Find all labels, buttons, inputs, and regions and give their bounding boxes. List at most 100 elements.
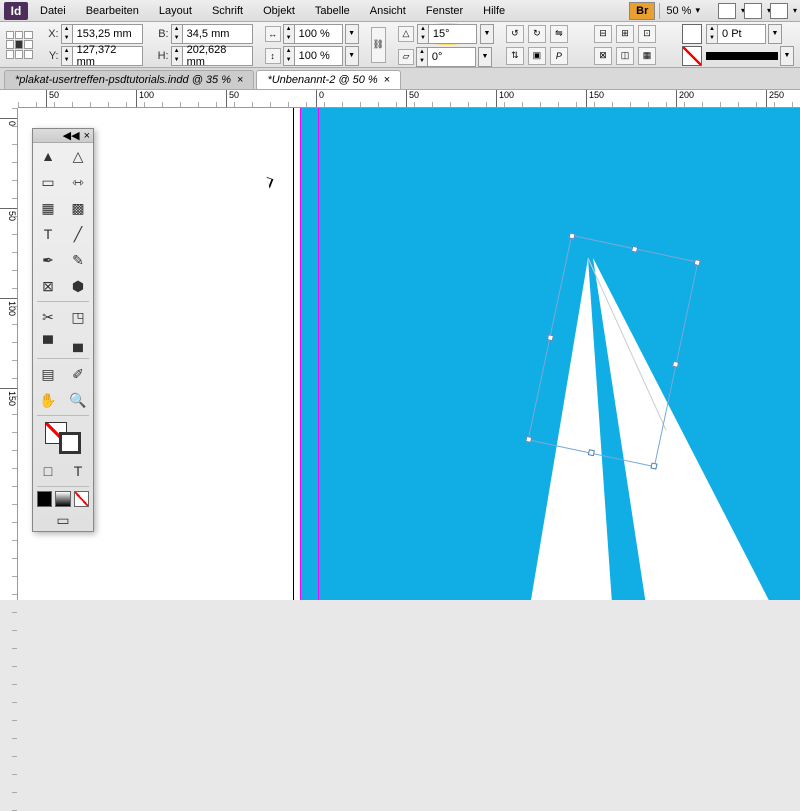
direct-selection-tool[interactable]: △	[63, 143, 93, 169]
constrain-link-icon[interactable]: ⛓	[371, 27, 386, 63]
handle-tl[interactable]	[568, 232, 575, 239]
menu-bearbeiten[interactable]: Bearbeiten	[78, 2, 147, 20]
x-field[interactable]: ▲▼153,25 mm	[61, 24, 143, 44]
scale-y-field[interactable]: ▲▼100 %	[283, 46, 343, 66]
canvas[interactable]	[18, 108, 800, 600]
handle-tr[interactable]	[694, 259, 701, 266]
stroke-style[interactable]	[706, 52, 778, 60]
pencil-tool[interactable]: ✎	[63, 247, 93, 273]
pen-tool[interactable]: ✒	[33, 247, 63, 273]
menu-schrift[interactable]: Schrift	[204, 2, 251, 20]
stroke-weight-dropdown[interactable]: ▼	[768, 24, 782, 44]
stroke-weight-field[interactable]: ▲▼0 Pt	[706, 24, 766, 44]
height-field[interactable]: ▲▼202,628 mm	[171, 46, 253, 66]
handle-tc[interactable]	[631, 246, 638, 253]
scale-y-dropdown[interactable]: ▼	[345, 46, 359, 66]
handle-ml[interactable]	[547, 334, 554, 341]
content-placer-tool[interactable]: ▩	[63, 195, 93, 221]
free-transform-tool[interactable]: ◳	[63, 304, 93, 330]
align-icon-4[interactable]: ⊠	[594, 47, 612, 65]
menu-fenster[interactable]: Fenster	[418, 2, 471, 20]
shear-dropdown[interactable]: ▼	[478, 47, 492, 67]
tab-close-1[interactable]: ×	[237, 74, 243, 86]
rectangle-tool[interactable]: ⬢	[63, 273, 93, 299]
formatting-text-icon[interactable]: T	[63, 458, 93, 484]
handle-bl[interactable]	[525, 436, 532, 443]
eyedropper-tool[interactable]: ✐	[63, 361, 93, 387]
transform-icons: ↺ ↻ ⇋ ⇅ ▣ P	[506, 25, 582, 65]
bridge-button[interactable]: Br	[629, 2, 655, 20]
rotation-field[interactable]: ▲▼15°	[417, 24, 477, 44]
tab-1[interactable]: *plakat-usertreffen-psdtutorials.indd @ …	[4, 70, 254, 89]
type-tool[interactable]: T	[33, 221, 63, 247]
flip-h-icon[interactable]: ⇋	[550, 25, 568, 43]
align-icon-2[interactable]: ⊞	[616, 25, 634, 43]
apply-gradient[interactable]	[55, 491, 70, 507]
view-mode-3[interactable]	[770, 3, 788, 19]
scissors-tool[interactable]: ✂	[33, 304, 63, 330]
collapse-icon[interactable]: ◀◀	[63, 129, 80, 142]
menu-datei[interactable]: Datei	[32, 2, 74, 20]
gradient-swatch-tool[interactable]: ▀	[33, 330, 63, 356]
formatting-container-icon[interactable]: □	[33, 458, 63, 484]
scale-x-icon: ↔	[265, 26, 281, 42]
rotate-cw-icon[interactable]: ↻	[528, 25, 546, 43]
arrange-icons: ⊟ ⊞ ⊡ ⊠ ◫ ▦	[594, 25, 670, 65]
tools-panel[interactable]: ◀◀× ▲ △ ▭ ⇿ ▦ ▩ T ╱ ✒ ✎ ⊠ ⬢ ✂ ◳ ▀ ▄ ▤ ✐ …	[32, 128, 94, 532]
rotate-ccw-icon[interactable]: ↺	[506, 25, 524, 43]
menu-objekt[interactable]: Objekt	[255, 2, 303, 20]
zoom-level[interactable]: 50 %	[659, 3, 706, 19]
menu-ansicht[interactable]: Ansicht	[362, 2, 414, 20]
align-icon-3[interactable]: ⊡	[638, 25, 656, 43]
rectangle-frame-tool[interactable]: ⊠	[33, 273, 63, 299]
close-icon[interactable]: ×	[84, 130, 90, 142]
ruler-vertical[interactable]: 0 50 100 150	[0, 108, 18, 600]
align-icon-1[interactable]: ⊟	[594, 25, 612, 43]
align-icon-5[interactable]: ◫	[616, 47, 634, 65]
workspace: 50 100 50 0 50 100 150 200 250 0 50 100 …	[0, 90, 800, 600]
hand-tool[interactable]: ✋	[33, 387, 63, 413]
width-field[interactable]: ▲▼34,5 mm	[171, 24, 253, 44]
view-mode-2[interactable]	[744, 3, 762, 19]
scale-x-field[interactable]: ▲▼100 %	[283, 24, 343, 44]
reference-point[interactable]	[6, 31, 33, 59]
view-mode-1[interactable]	[718, 3, 736, 19]
stroke-swatch[interactable]	[682, 46, 702, 66]
tab-2[interactable]: *Unbenannt-2 @ 50 %×	[256, 70, 401, 89]
select-container-icon[interactable]: ▣	[528, 47, 546, 65]
shear-field[interactable]: ▲▼0°	[416, 47, 476, 67]
handle-mr[interactable]	[672, 361, 679, 368]
note-tool[interactable]: ▤	[33, 361, 63, 387]
rotation-dropdown[interactable]: ▼	[480, 24, 494, 44]
y-field[interactable]: ▲▼127,372 mm	[61, 46, 143, 66]
line-tool[interactable]: ╱	[63, 221, 93, 247]
stroke-style-dropdown[interactable]: ▼	[780, 46, 794, 66]
shear-icon: ▱	[398, 49, 414, 65]
tab-close-2[interactable]: ×	[384, 74, 390, 86]
handle-bc[interactable]	[588, 449, 595, 456]
ruler-horizontal[interactable]: 50 100 50 0 50 100 150 200 250	[18, 90, 800, 108]
gradient-feather-tool[interactable]: ▄	[63, 330, 93, 356]
apply-color-black[interactable]	[37, 491, 52, 507]
zoom-tool[interactable]: 🔍	[63, 387, 93, 413]
apply-none[interactable]	[74, 491, 89, 507]
flip-v-icon[interactable]: ⇅	[506, 47, 524, 65]
view-mode-tool[interactable]: ▭	[33, 509, 93, 531]
control-bar: X: ▲▼153,25 mm Y: ▲▼127,372 mm B: ▲▼34,5…	[0, 22, 800, 68]
align-icon-6[interactable]: ▦	[638, 47, 656, 65]
handle-br[interactable]	[650, 462, 657, 469]
scale-x-dropdown[interactable]: ▼	[345, 24, 359, 44]
page-tool[interactable]: ▭	[33, 169, 63, 195]
menu-tabelle[interactable]: Tabelle	[307, 2, 358, 20]
menu-layout[interactable]: Layout	[151, 2, 200, 20]
fill-stroke-control[interactable]	[33, 418, 93, 458]
menu-hilfe[interactable]: Hilfe	[475, 2, 513, 20]
h-label: H:	[155, 50, 169, 62]
path-type-icon[interactable]: P	[550, 47, 568, 65]
fill-swatch[interactable]	[682, 24, 702, 44]
selection-tool[interactable]: ▲	[33, 143, 63, 169]
gap-tool[interactable]: ⇿	[63, 169, 93, 195]
artwork	[18, 108, 800, 600]
tools-panel-header[interactable]: ◀◀ ×	[33, 129, 93, 143]
content-collector-tool[interactable]: ▦	[33, 195, 63, 221]
